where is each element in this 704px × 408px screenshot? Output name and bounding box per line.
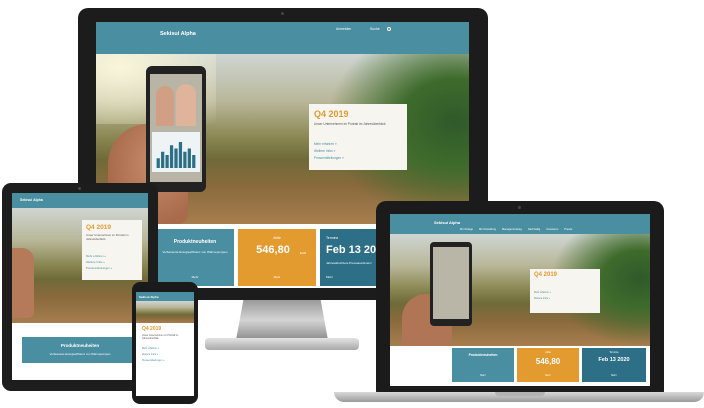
laptop-camera — [518, 206, 521, 209]
hero-link[interactable]: Weitere Infos » — [534, 297, 550, 300]
phone-header: Sekisui Alpha — [136, 292, 194, 301]
phone-chart-bar — [174, 148, 178, 168]
tile-heading: Termine — [326, 236, 339, 240]
phone-chart-bar — [156, 158, 160, 168]
stock-value: 546,80 — [256, 244, 290, 256]
phone-screen: Sekisui Alpha Q4 2019 Unser Unternehmen … — [136, 292, 194, 396]
hero-link[interactable]: Mehr erfahren » — [142, 347, 159, 350]
tablet-tile-products[interactable]: Produktneuheiten Verbesserte Energieeffi… — [22, 337, 138, 363]
tile-link[interactable]: Mehr — [326, 275, 333, 279]
phone-chart-bar — [178, 142, 183, 168]
monitor-login-link[interactable]: Anmelden — [336, 27, 351, 31]
phone-chart — [152, 132, 200, 172]
laptop-logo[interactable]: Sekisui Alpha — [434, 220, 460, 225]
phone-bar-chart — [156, 142, 196, 168]
hero-link[interactable]: Weitere Infos » — [86, 260, 105, 264]
tile-body: Verbesserte Energieeffizienz von Wärmepu… — [49, 352, 111, 356]
phone-chart-bar — [169, 145, 174, 168]
tile-products[interactable]: Produktneuheiten Verbesserte Energieeffi… — [156, 229, 234, 286]
search-icon[interactable] — [387, 27, 391, 31]
phone-chart-bar — [187, 148, 191, 168]
monitor-camera — [281, 12, 284, 15]
hero-link[interactable]: Mehr erfahren » — [314, 142, 337, 146]
hero-link[interactable]: Pressemitteilungen » — [86, 266, 112, 270]
tile-heading: Aktie — [545, 351, 551, 354]
tablet-hand — [12, 248, 34, 318]
selfie-person — [176, 84, 196, 126]
tile-link[interactable]: Mehr — [517, 374, 579, 377]
tablet-screen: Sekisui Alpha Q4 2019 Unser Unternehmen … — [12, 193, 148, 380]
laptop-tile-events[interactable]: Termine Feb 13 2020 Mehr — [582, 348, 646, 382]
monitor-site-header: Sekisui Alpha Anmelden Suche Mit Vorlage… — [96, 22, 469, 58]
laptop-header: Sekisui Alpha Mit Vorlage Mit Vorstellung… — [390, 214, 650, 234]
stock-value: 546,80 — [535, 357, 561, 366]
hero-phone — [146, 66, 206, 192]
tile-heading: Produktneuheiten — [468, 353, 498, 357]
tile-link[interactable]: Mehr — [582, 374, 646, 377]
laptop-hero-card: Q4 2019 Mehr erfahren » Weitere Infos » — [530, 269, 600, 313]
hero-title: Q4 2019 — [314, 109, 349, 119]
nav-item[interactable]: Mit Vorlage — [460, 228, 473, 231]
phone-chart-bar — [161, 151, 165, 168]
tile-heading: Aktie — [273, 236, 281, 240]
selfie-person — [156, 86, 174, 126]
monitor-site-logo[interactable]: Sekisui Alpha — [160, 31, 196, 37]
laptop-hero-phone — [430, 242, 472, 326]
laptop-tile-products[interactable]: Produktneuheiten Mehr — [452, 348, 514, 382]
laptop-phone-screen — [433, 247, 469, 319]
tile-body: Verbesserte Energieeffizienz von Wärmepu… — [162, 250, 228, 254]
laptop-nav: Mit Vorlage Mit Vorstellung Managementweg N… — [460, 228, 648, 231]
nav-item[interactable]: Investoren — [546, 228, 558, 231]
hero-text: Unser Unternehmen im Portrait im Jahresü… — [314, 122, 386, 126]
monitor-base — [205, 338, 359, 350]
nav-item[interactable]: Presse — [564, 228, 572, 231]
hero-card: Q4 2019 Unser Unternehmen im Portrait im… — [309, 104, 407, 170]
hero-link[interactable]: Mehr erfahren » — [534, 291, 551, 294]
hero-link[interactable]: Pressemitteilungen » — [314, 156, 344, 160]
tile-heading: Produktneuheiten — [173, 239, 217, 245]
tile-body: Jahresabschluss Pressekonferenz — [326, 261, 372, 265]
phone-hero-text: Unser Unternehmen im Portrait im Jahresü… — [142, 334, 179, 341]
nav-item[interactable]: Managementweg — [502, 228, 522, 231]
tablet-camera — [78, 187, 81, 190]
tile-stock[interactable]: Aktie 546,80 EUR Mehr — [238, 229, 316, 286]
tablet-logo[interactable]: Sekisui Alpha — [20, 198, 43, 202]
tablet-hero-text: Unser Unternehmen im Portrait im Jahresü… — [86, 233, 129, 241]
monitor-search-link[interactable]: Suche — [370, 27, 380, 31]
event-date: Feb 13 2020 — [598, 357, 630, 363]
phone-chart-bar — [183, 151, 187, 168]
laptop-screen: Sekisui Alpha Mit Vorlage Mit Vorstellung… — [390, 214, 650, 386]
hero-link[interactable]: Weitere Infos » — [314, 149, 335, 153]
hero-phone-screen — [150, 74, 202, 182]
phone-hero-title: Q4 2019 — [142, 326, 162, 332]
laptop-hero-image: Q4 2019 Mehr erfahren » Weitere Infos » — [390, 234, 650, 346]
phone-chart-bar — [192, 155, 196, 168]
phone-hero-card: Q4 2019 Unser Unternehmen im Portrait im… — [139, 323, 191, 375]
tile-heading: Produktneuheiten — [60, 343, 100, 348]
tablet-header: Sekisui Alpha — [12, 193, 148, 208]
nav-item[interactable]: Mit Vorstellung — [479, 228, 496, 231]
hero-link[interactable]: Weitere Infos » — [142, 353, 158, 356]
monitor-neck — [236, 300, 328, 340]
hero-link[interactable]: Pressemitteilungen » — [142, 359, 164, 362]
phone-chart-bar — [165, 155, 169, 168]
nav-item[interactable]: Nachhaltig — [528, 228, 540, 231]
phone-logo[interactable]: Sekisui Alpha — [139, 295, 159, 299]
tablet-hero-card: Q4 2019 Unser Unternehmen im Portrait im… — [82, 220, 142, 280]
laptop-tile-stock[interactable]: Aktie 546,80 Mehr — [517, 348, 579, 382]
tablet-hero-title: Q4 2019 — [86, 224, 111, 231]
tile-link[interactable]: Mehr — [238, 275, 316, 279]
laptop-hero-title: Q4 2019 — [534, 272, 558, 278]
laptop-notch — [495, 392, 545, 396]
tile-link[interactable]: Mehr — [452, 374, 514, 377]
stock-unit: EUR — [300, 251, 307, 255]
tile-heading: Termine — [609, 351, 619, 354]
phone-hero-image — [136, 301, 194, 323]
tablet-hero-image: Q4 2019 Unser Unternehmen im Portrait im… — [12, 208, 148, 323]
tile-link[interactable]: Mehr — [156, 275, 234, 279]
hero-link[interactable]: Mehr erfahren » — [86, 254, 106, 258]
